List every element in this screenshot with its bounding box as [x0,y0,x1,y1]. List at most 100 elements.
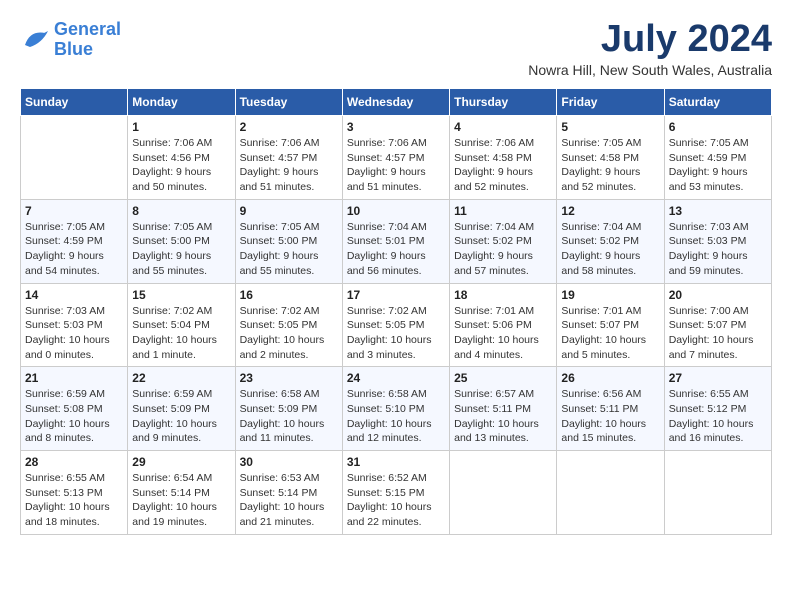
day-info: Sunrise: 7:06 AMSunset: 4:57 PMDaylight:… [240,136,338,195]
calendar-cell [21,116,128,200]
day-info: Sunrise: 7:02 AMSunset: 5:05 PMDaylight:… [347,304,445,363]
calendar-cell: 22 Sunrise: 6:59 AMSunset: 5:09 PMDayligh… [128,367,235,451]
calendar-cell: 11 Sunrise: 7:04 AMSunset: 5:02 PMDayligh… [450,199,557,283]
calendar-cell: 27 Sunrise: 6:55 AMSunset: 5:12 PMDayligh… [664,367,771,451]
day-info: Sunrise: 6:55 AMSunset: 5:12 PMDaylight:… [669,387,767,446]
calendar-cell: 13 Sunrise: 7:03 AMSunset: 5:03 PMDayligh… [664,199,771,283]
calendar-week-row: 14Sunrise: 7:03 AMSunset: 5:03 PMDayligh… [21,283,772,367]
day-number: 17 [347,288,445,302]
calendar-cell: 26Sunrise: 6:56 AMSunset: 5:11 PMDayligh… [557,367,664,451]
day-number: 6 [669,120,767,134]
calendar-cell: 24Sunrise: 6:58 AMSunset: 5:10 PMDayligh… [342,367,449,451]
calendar-cell [664,451,771,535]
page-header: General Blue July 2024 Nowra Hill, New S… [20,20,772,78]
calendar-cell: 9 Sunrise: 7:05 AMSunset: 5:00 PMDaylight… [235,199,342,283]
calendar-cell: 2 Sunrise: 7:06 AMSunset: 4:57 PMDaylight… [235,116,342,200]
calendar-cell: 7Sunrise: 7:05 AMSunset: 4:59 PMDaylight… [21,199,128,283]
weekday-header-wednesday: Wednesday [342,89,449,116]
day-number: 12 [561,204,659,218]
calendar-cell: 29Sunrise: 6:54 AMSunset: 5:14 PMDayligh… [128,451,235,535]
day-info: Sunrise: 7:06 AMSunset: 4:58 PMDaylight:… [454,136,552,195]
day-info: Sunrise: 7:02 AMSunset: 5:04 PMDaylight:… [132,304,230,363]
calendar-week-row: 1Sunrise: 7:06 AMSunset: 4:56 PMDaylight… [21,116,772,200]
day-number: 9 [240,204,338,218]
day-number: 30 [240,455,338,469]
day-info: Sunrise: 7:03 AMSunset: 5:03 PMDaylight:… [669,220,767,279]
day-info: Sunrise: 7:03 AMSunset: 5:03 PMDaylight:… [25,304,123,363]
location-text: Nowra Hill, New South Wales, Australia [528,62,772,78]
day-number: 27 [669,371,767,385]
calendar-week-row: 21 Sunrise: 6:59 AMSunset: 5:08 PMDayligh… [21,367,772,451]
calendar-cell: 23 Sunrise: 6:58 AMSunset: 5:09 PMDayligh… [235,367,342,451]
day-number: 5 [561,120,659,134]
day-number: 28 [25,455,123,469]
day-info: Sunrise: 7:00 AMSunset: 5:07 PMDaylight:… [669,304,767,363]
day-number: 11 [454,204,552,218]
day-info: Sunrise: 7:05 AMSunset: 4:58 PMDaylight:… [561,136,659,195]
day-number: 8 [132,204,230,218]
calendar-week-row: 7Sunrise: 7:05 AMSunset: 4:59 PMDaylight… [21,199,772,283]
day-info: Sunrise: 6:59 AMSunset: 5:09 PMDaylight:… [132,387,230,446]
weekday-header-saturday: Saturday [664,89,771,116]
calendar-cell: 30 Sunrise: 6:53 AMSunset: 5:14 PMDayligh… [235,451,342,535]
day-number: 16 [240,288,338,302]
calendar-cell: 16 Sunrise: 7:02 AMSunset: 5:05 PMDayligh… [235,283,342,367]
calendar-cell: 21 Sunrise: 6:59 AMSunset: 5:08 PMDayligh… [21,367,128,451]
calendar-cell: 3Sunrise: 7:06 AMSunset: 4:57 PMDaylight… [342,116,449,200]
day-info: Sunrise: 7:05 AMSunset: 5:00 PMDaylight:… [132,220,230,279]
calendar-cell: 8 Sunrise: 7:05 AMSunset: 5:00 PMDaylight… [128,199,235,283]
title-block: July 2024 Nowra Hill, New South Wales, A… [528,20,772,78]
weekday-header-monday: Monday [128,89,235,116]
calendar-cell: 19 Sunrise: 7:01 AMSunset: 5:07 PMDayligh… [557,283,664,367]
day-number: 19 [561,288,659,302]
day-number: 23 [240,371,338,385]
day-number: 15 [132,288,230,302]
month-title: July 2024 [528,20,772,58]
day-number: 3 [347,120,445,134]
day-number: 24 [347,371,445,385]
day-number: 31 [347,455,445,469]
calendar-cell: 1Sunrise: 7:06 AMSunset: 4:56 PMDaylight… [128,116,235,200]
day-info: Sunrise: 7:04 AMSunset: 5:02 PMDaylight:… [561,220,659,279]
calendar-cell: 17 Sunrise: 7:02 AMSunset: 5:05 PMDayligh… [342,283,449,367]
calendar-cell: 14Sunrise: 7:03 AMSunset: 5:03 PMDayligh… [21,283,128,367]
day-info: Sunrise: 6:59 AMSunset: 5:08 PMDaylight:… [25,387,123,446]
weekday-header-friday: Friday [557,89,664,116]
day-info: Sunrise: 6:57 AMSunset: 5:11 PMDaylight:… [454,387,552,446]
day-info: Sunrise: 6:58 AMSunset: 5:09 PMDaylight:… [240,387,338,446]
weekday-header-row: SundayMondayTuesdayWednesdayThursdayFrid… [21,89,772,116]
day-info: Sunrise: 7:04 AMSunset: 5:01 PMDaylight:… [347,220,445,279]
day-number: 21 [25,371,123,385]
calendar-cell: 6Sunrise: 7:05 AMSunset: 4:59 PMDaylight… [664,116,771,200]
calendar-table: SundayMondayTuesdayWednesdayThursdayFrid… [20,88,772,535]
day-number: 18 [454,288,552,302]
weekday-header-thursday: Thursday [450,89,557,116]
day-info: Sunrise: 6:53 AMSunset: 5:14 PMDaylight:… [240,471,338,530]
weekday-header-sunday: Sunday [21,89,128,116]
day-info: Sunrise: 6:56 AMSunset: 5:11 PMDaylight:… [561,387,659,446]
calendar-cell [450,451,557,535]
day-number: 7 [25,204,123,218]
day-info: Sunrise: 6:55 AMSunset: 5:13 PMDaylight:… [25,471,123,530]
day-info: Sunrise: 7:02 AMSunset: 5:05 PMDaylight:… [240,304,338,363]
calendar-cell: 4 Sunrise: 7:06 AMSunset: 4:58 PMDaylight… [450,116,557,200]
day-info: Sunrise: 7:04 AMSunset: 5:02 PMDaylight:… [454,220,552,279]
day-number: 10 [347,204,445,218]
calendar-cell: 20Sunrise: 7:00 AMSunset: 5:07 PMDayligh… [664,283,771,367]
day-info: Sunrise: 7:05 AMSunset: 5:00 PMDaylight:… [240,220,338,279]
calendar-cell: 28 Sunrise: 6:55 AMSunset: 5:13 PMDayligh… [21,451,128,535]
day-number: 1 [132,120,230,134]
day-info: Sunrise: 7:01 AMSunset: 5:07 PMDaylight:… [561,304,659,363]
logo: General Blue [20,20,121,60]
day-number: 4 [454,120,552,134]
day-number: 22 [132,371,230,385]
day-info: Sunrise: 7:01 AMSunset: 5:06 PMDaylight:… [454,304,552,363]
day-number: 2 [240,120,338,134]
logo-text: General [54,20,121,40]
day-number: 13 [669,204,767,218]
calendar-cell: 31Sunrise: 6:52 AMSunset: 5:15 PMDayligh… [342,451,449,535]
calendar-cell: 10 Sunrise: 7:04 AMSunset: 5:01 PMDayligh… [342,199,449,283]
day-number: 29 [132,455,230,469]
calendar-cell: 12 Sunrise: 7:04 AMSunset: 5:02 PMDayligh… [557,199,664,283]
calendar-cell: 5 Sunrise: 7:05 AMSunset: 4:58 PMDaylight… [557,116,664,200]
